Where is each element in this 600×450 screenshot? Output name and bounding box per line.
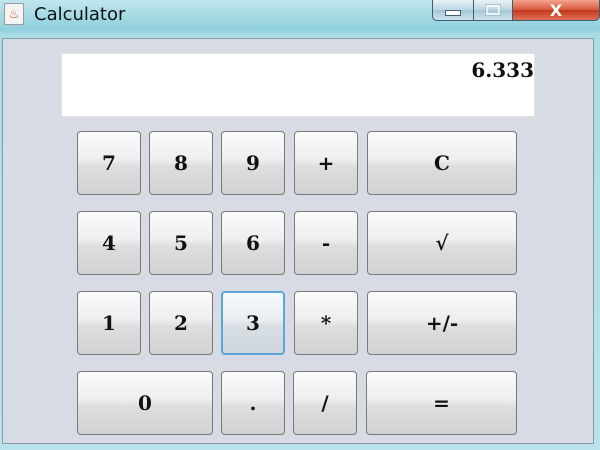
key-equals[interactable]: = (366, 371, 517, 435)
key-9[interactable]: 9 (221, 131, 285, 195)
result-display: 6.333 (61, 53, 535, 117)
minimize-button[interactable] (432, 0, 474, 21)
key-clear[interactable]: C (367, 131, 517, 195)
calculator-window: ♨ Calculator X 6.333 7 8 9 + C 4 5 6 - √ (0, 0, 600, 450)
key-sqrt[interactable]: √ (367, 211, 517, 275)
title-bar[interactable]: ♨ Calculator X (0, 0, 600, 32)
close-button[interactable]: X (512, 0, 600, 21)
window-controls: X (432, 0, 600, 22)
key-4[interactable]: 4 (77, 211, 141, 275)
key-decimal[interactable]: . (221, 371, 285, 435)
java-cup-icon[interactable]: ♨ (4, 3, 24, 25)
key-divide[interactable]: / (293, 371, 357, 435)
window-title: Calculator (34, 4, 126, 25)
key-negate[interactable]: +/- (367, 291, 517, 355)
minimize-icon (445, 10, 461, 16)
calculator-panel: 6.333 7 8 9 + C 4 5 6 - √ 1 2 3 * +/- 0 … (2, 38, 594, 444)
key-5[interactable]: 5 (149, 211, 213, 275)
key-minus[interactable]: - (294, 211, 358, 275)
key-0[interactable]: 0 (77, 371, 213, 435)
key-7[interactable]: 7 (77, 131, 141, 195)
key-6[interactable]: 6 (221, 211, 285, 275)
key-3[interactable]: 3 (221, 291, 285, 355)
display-value: 6.333 (471, 58, 534, 82)
key-8[interactable]: 8 (149, 131, 213, 195)
maximize-icon (485, 4, 501, 16)
key-plus[interactable]: + (294, 131, 358, 195)
close-icon: X (549, 0, 563, 20)
key-1[interactable]: 1 (77, 291, 141, 355)
maximize-button[interactable] (473, 0, 513, 21)
key-multiply[interactable]: * (294, 291, 358, 355)
key-2[interactable]: 2 (149, 291, 213, 355)
